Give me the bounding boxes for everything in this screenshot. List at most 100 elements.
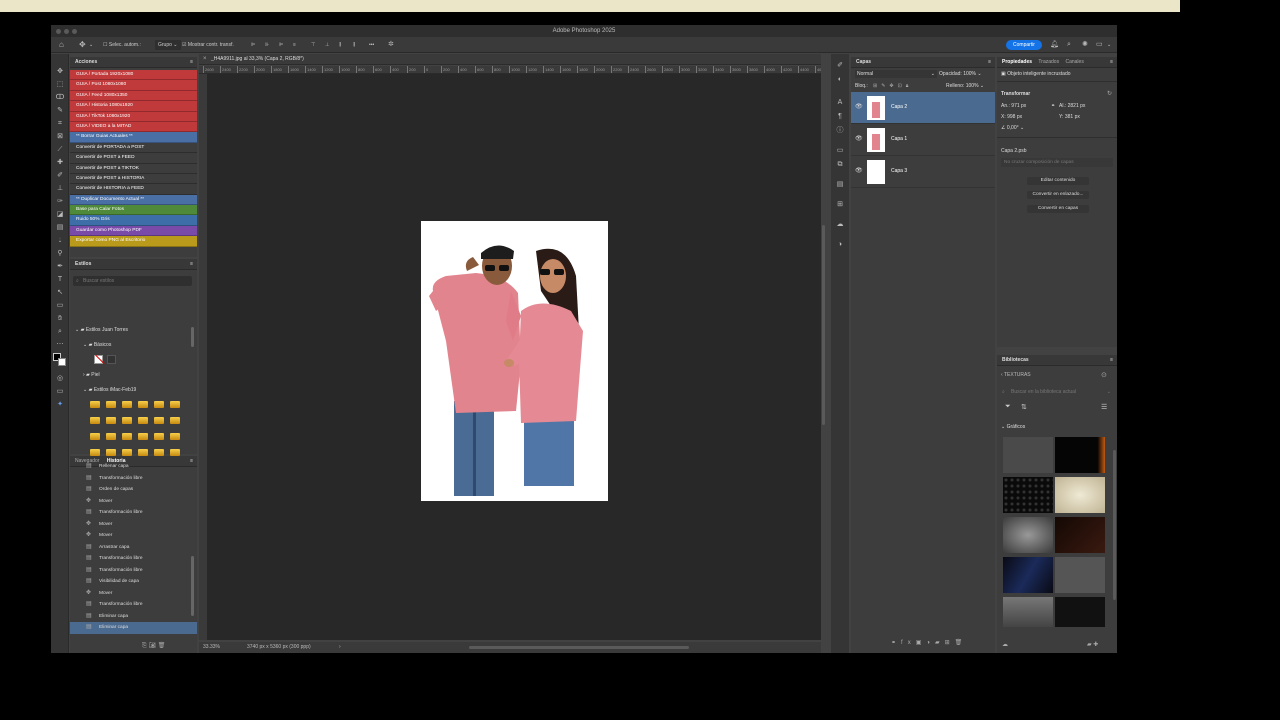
style-group-juan-torres[interactable]: ⌄ ▰ Estilos Juan Torres [75, 327, 128, 333]
action-item[interactable]: Convertir de POST a TIKTOK [70, 163, 197, 174]
align-right-icon[interactable]: ⊫ [279, 37, 283, 53]
action-item[interactable]: GUIA / Post 1080x1080 [70, 80, 197, 91]
zoom-tool-icon[interactable]: ⌕ [54, 326, 66, 337]
texture-thumbnail[interactable] [1055, 437, 1105, 473]
library-add-icons[interactable]: ▰ ✚ [1087, 641, 1098, 648]
library-back-button[interactable]: ‹ TEXTURAS [1001, 372, 1031, 378]
tab-canales[interactable]: Canales [1065, 59, 1083, 65]
auto-select-checkbox[interactable]: ☐ Selec. autom.: [103, 37, 141, 53]
action-item[interactable]: GUIA / Portada 1920x1080 [70, 70, 197, 81]
layers-footer-icons[interactable]: ⚭fx▣◑▰⊞🗑︎ [891, 639, 967, 646]
graphics-section[interactable]: ⌄ Gráficos [1001, 424, 1025, 430]
gold-style-swatch[interactable] [90, 417, 100, 424]
distribute-vertical-icon[interactable]: ⫼ [353, 37, 355, 53]
blend-mode-dropdown[interactable]: Normal ⌄ [855, 70, 937, 78]
history-state[interactable]: ▤ Rellenar capa [70, 461, 197, 473]
layer-row[interactable]: 👁︎ Capa 1 [851, 124, 995, 156]
history-footer-icons[interactable]: ⎘ 📷︎ 🗑︎ [142, 642, 165, 650]
gold-style-swatch[interactable] [106, 449, 116, 456]
info-icon[interactable]: ⓘ [834, 125, 846, 136]
action-item[interactable]: GUIA / Feed 1080x1350 [70, 90, 197, 102]
align-top-icon[interactable]: ≡ [293, 37, 296, 53]
action-item[interactable]: Convertir de PORTADA a POST [70, 142, 197, 154]
history-state[interactable]: ▤ Transformación libre [70, 507, 197, 519]
zoom-window-button[interactable] [72, 29, 77, 34]
document-tab[interactable]: × _H4A9911.jpg al 33,3% (Capa 2, RGB/8*) [199, 54, 821, 65]
convert-to-layers-button[interactable]: Convertir en capas [1027, 205, 1089, 213]
texture-thumbnail[interactable] [1003, 437, 1053, 473]
gold-style-swatch[interactable] [154, 401, 164, 408]
action-item[interactable]: Base para Calar Fotos [70, 205, 197, 216]
gold-style-swatch[interactable] [90, 401, 100, 408]
library-search-input[interactable]: ⌕ Buscar en la biblioteca actual ⌄ [1001, 387, 1113, 397]
history-state[interactable]: ▤ Eliminar capa [70, 622, 197, 634]
close-tab-icon[interactable]: × [203, 54, 207, 65]
texture-thumbnail[interactable] [1003, 517, 1053, 553]
history-state[interactable]: ▤ Arrastrar capa [70, 542, 197, 554]
visibility-eye-icon[interactable]: 👁︎ [855, 103, 863, 110]
width-field[interactable]: An.: 971 px [1001, 103, 1026, 109]
history-state[interactable]: ✥ Mover [70, 530, 197, 542]
home-icon[interactable]: ⌂ [59, 37, 64, 53]
gold-style-swatch[interactable] [154, 433, 164, 440]
x-field[interactable]: X: 998 px [1001, 114, 1022, 120]
lasso-tool-icon[interactable]: ↀ [54, 92, 66, 103]
vertical-scrollbar[interactable] [822, 225, 825, 425]
align-bottom-icon[interactable]: ⊥ [325, 37, 329, 53]
status-chevron-icon[interactable]: › [339, 642, 341, 653]
y-field[interactable]: Y: 381 px [1059, 114, 1080, 120]
styles-scrollbar[interactable] [191, 327, 194, 347]
search-icon[interactable]: ⌕ [1067, 37, 1071, 53]
eraser-tool-icon[interactable]: ◪ [54, 209, 66, 220]
texture-thumbnail[interactable] [1003, 477, 1053, 513]
layer-row[interactable]: 👁︎ Capa 2 [851, 92, 995, 124]
action-item[interactable]: GUIA / VIDEO a la MITAD [70, 121, 197, 133]
sort-icon[interactable]: ⇅ [1021, 403, 1027, 411]
texture-thumbnail[interactable] [1055, 477, 1105, 513]
layer-comps-icon[interactable]: ⧉ [834, 159, 846, 170]
gold-style-swatch[interactable] [138, 417, 148, 424]
action-item[interactable]: ** Duplicar Documento Actual ** [70, 194, 197, 206]
quick-mask-icon[interactable]: ◎ [54, 373, 66, 384]
panel-menu-icon[interactable]: ≡ [1110, 57, 1113, 68]
screen-mode-icon[interactable]: ▭ [54, 386, 66, 397]
texture-thumbnail[interactable] [1055, 597, 1105, 627]
gold-style-swatch[interactable] [138, 449, 148, 456]
background-color-swatch[interactable] [58, 358, 66, 366]
action-item[interactable]: GUIA / Historia 1080x1920 [70, 101, 197, 112]
comments-icon[interactable]: ▭ [834, 145, 846, 156]
history-brush-tool-icon[interactable]: ✑ [54, 196, 66, 207]
frame-tool-icon[interactable]: ⊠ [54, 131, 66, 142]
gold-style-swatch[interactable] [170, 417, 180, 424]
move-tool-icon[interactable]: ✥ [79, 37, 86, 53]
horizontal-scrollbar[interactable] [469, 646, 689, 649]
libraries-scrollbar[interactable] [1113, 450, 1116, 600]
convert-to-linked-button[interactable]: Convertir en enlazado... [1027, 191, 1089, 199]
history-state[interactable]: ▤ Orden de capas [70, 484, 197, 496]
gold-style-swatch[interactable] [154, 449, 164, 456]
align-left-icon[interactable]: ⊫ [251, 37, 255, 53]
history-state[interactable]: ▤ Transformación libre [70, 565, 197, 577]
gold-style-swatch[interactable] [90, 433, 100, 440]
align-middle-icon[interactable]: ⊤ [311, 37, 315, 53]
healing-tool-icon[interactable]: ✚ [54, 157, 66, 168]
path-select-tool-icon[interactable]: ↖ [54, 287, 66, 298]
show-transform-checkbox[interactable]: ☑ Mostrar contr. transf. [182, 37, 234, 53]
lock-icons[interactable]: ⊞✎✥⊡🔒︎ [873, 82, 912, 90]
chevron-down-icon[interactable]: ⌄ [89, 37, 93, 53]
align-center-icon[interactable]: ⊪ [265, 37, 269, 53]
gold-style-swatch[interactable] [138, 401, 148, 408]
panel-menu-icon[interactable]: ≡ [988, 57, 991, 68]
gold-style-swatch[interactable] [90, 449, 100, 456]
paragraph-icon[interactable]: ¶ [834, 111, 846, 122]
character-icon[interactable]: A [834, 97, 846, 108]
texture-thumbnail[interactable] [1003, 597, 1053, 627]
style-group-piel[interactable]: › ▰ Piel [83, 372, 100, 378]
action-item[interactable]: Convertir de HISTORIA a FEED [70, 184, 197, 195]
panel-menu-icon[interactable]: ≡ [190, 57, 193, 68]
adjustments-icon[interactable]: ◑ [834, 239, 846, 250]
dodge-tool-icon[interactable]: ⚲ [54, 248, 66, 259]
properties-icon[interactable]: ▤ [834, 179, 846, 190]
gold-style-swatch[interactable] [170, 401, 180, 408]
action-item[interactable]: Convertir de POST a FEED [70, 153, 197, 164]
